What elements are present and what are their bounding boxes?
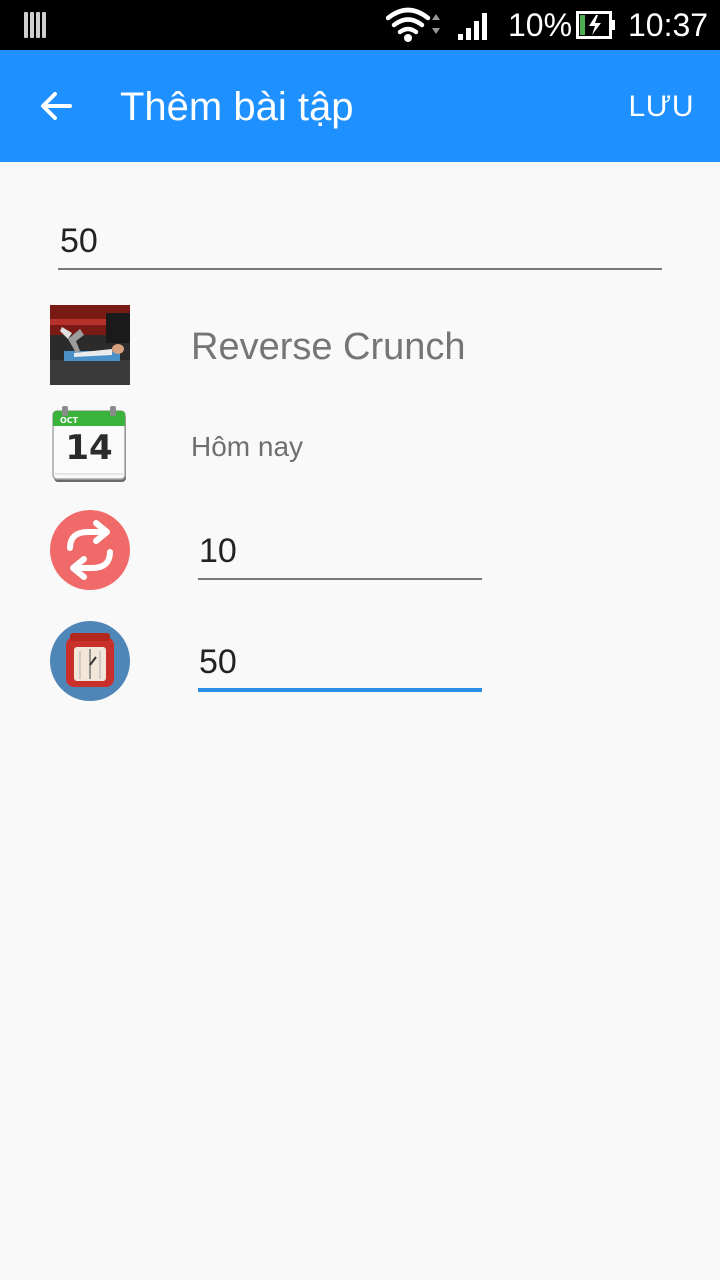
exercise-name[interactable]: Reverse Crunch	[191, 324, 466, 370]
arrow-back-icon	[41, 92, 72, 120]
save-button[interactable]: LƯU	[629, 88, 694, 126]
app-notification-icon	[24, 12, 48, 38]
wifi-icon	[386, 7, 440, 42]
calendar-icon[interactable]: OCT 14	[50, 404, 130, 484]
weight-input[interactable]: 50	[198, 636, 482, 692]
calendar-month-label: OCT	[60, 416, 79, 425]
calendar-day-label: 14	[65, 428, 112, 468]
exercise-thumbnail-image[interactable]	[50, 305, 130, 385]
weight-scale-icon	[50, 621, 130, 701]
clock: 10:37	[628, 7, 709, 43]
signal-icon	[458, 13, 487, 40]
page-title: Thêm bài tập	[120, 85, 354, 129]
repeat-icon	[50, 510, 130, 590]
battery-percent: 10%	[508, 7, 573, 43]
status-bar: 10% 10:37	[0, 0, 720, 50]
battery-charging-icon	[576, 11, 615, 39]
app-bar: Thêm bài tập LƯU	[0, 50, 720, 162]
reps-input[interactable]: 10	[198, 526, 482, 580]
top-value-field[interactable]: 50	[58, 214, 662, 270]
back-button[interactable]	[28, 78, 84, 134]
date-text[interactable]: Hôm nay	[191, 430, 303, 464]
